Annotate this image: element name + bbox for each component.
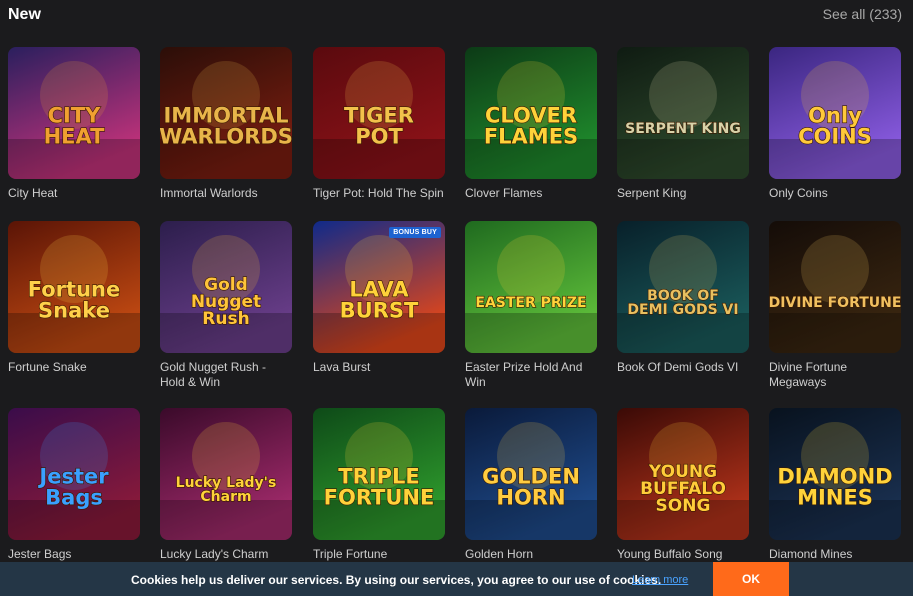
game-logo-text: TRIPLE FORTUNE xyxy=(324,465,435,510)
game-thumbnail[interactable]: Jester Bags xyxy=(8,408,140,540)
game-artwork: GOLDEN HORN xyxy=(465,408,597,540)
cookie-text: Cookies help us deliver our services. By… xyxy=(131,573,662,587)
game-artwork: DIAMOND MINES xyxy=(769,408,901,540)
game-artwork: TIGER POT xyxy=(313,47,445,179)
game-tile[interactable]: DIVINE FORTUNE Divine Fortune Megaways xyxy=(769,221,903,390)
game-thumbnail[interactable]: TRIPLE FORTUNE xyxy=(313,408,445,540)
game-thumbnail[interactable]: CLOVER FLAMES xyxy=(465,47,597,179)
game-artwork: Lucky Lady's Charm xyxy=(160,408,292,540)
game-artwork: BOOK OF DEMI GODS VI xyxy=(617,221,749,353)
game-tile[interactable]: SERPENT KING Serpent King xyxy=(617,47,751,201)
game-thumbnail[interactable]: EASTER PRIZE xyxy=(465,221,597,353)
game-title[interactable]: Easter Prize Hold And Win xyxy=(465,360,599,390)
game-thumbnail[interactable]: IMMORTAL WARLORDS xyxy=(160,47,292,179)
game-artwork: Jester Bags xyxy=(8,408,140,540)
game-thumbnail[interactable]: Gold Nugget Rush xyxy=(160,221,292,353)
game-thumbnail[interactable]: CITY HEAT xyxy=(8,47,140,179)
game-tile[interactable]: TIGER POT Tiger Pot: Hold The Spin xyxy=(313,47,447,201)
game-logo-text: GOLDEN HORN xyxy=(482,465,580,510)
game-thumbnail[interactable]: BOOK OF DEMI GODS VI xyxy=(617,221,749,353)
game-tile[interactable]: GOLDEN HORN Golden Horn xyxy=(465,408,599,562)
game-tile[interactable]: DIAMOND MINES Diamond Mines xyxy=(769,408,903,562)
game-artwork: LAVA BURST xyxy=(313,221,445,353)
game-artwork: CITY HEAT xyxy=(8,47,140,179)
game-thumbnail[interactable]: LAVA BURST BONUS BUY xyxy=(313,221,445,353)
game-tile[interactable]: IMMORTAL WARLORDS Immortal Warlords xyxy=(160,47,294,201)
game-tile[interactable]: Only COINS Only Coins xyxy=(769,47,903,201)
game-title[interactable]: Jester Bags xyxy=(8,547,142,562)
game-thumbnail[interactable]: YOUNG BUFFALO SONG xyxy=(617,408,749,540)
game-artwork: Only COINS xyxy=(769,47,901,179)
game-thumbnail[interactable]: Fortune Snake xyxy=(8,221,140,353)
game-title[interactable]: Diamond Mines xyxy=(769,547,903,562)
game-artwork: DIVINE FORTUNE xyxy=(769,221,901,353)
ok-button[interactable]: OK xyxy=(713,562,789,596)
game-title[interactable]: Serpent King xyxy=(617,186,751,201)
game-title[interactable]: Divine Fortune Megaways xyxy=(769,360,903,390)
game-tile[interactable]: YOUNG BUFFALO SONG Young Buffalo Song xyxy=(617,408,751,562)
game-logo-text: LAVA BURST xyxy=(340,278,419,323)
game-tile[interactable]: Gold Nugget Rush Gold Nugget Rush - Hold & … xyxy=(160,221,294,390)
game-thumbnail[interactable]: Only COINS xyxy=(769,47,901,179)
game-logo-text: SERPENT KING xyxy=(625,121,741,137)
game-thumbnail[interactable]: GOLDEN HORN xyxy=(465,408,597,540)
game-title[interactable]: Young Buffalo Song xyxy=(617,547,751,562)
game-tile[interactable]: BOOK OF DEMI GODS VI Book Of Demi Gods VI xyxy=(617,221,751,375)
page: New See all (233) CITY HEAT City Heat IMMOR… xyxy=(0,0,913,596)
games-grid: CITY HEAT City Heat IMMORTAL WARLORDS Immorta… xyxy=(0,0,913,596)
game-title[interactable]: Golden Horn xyxy=(465,547,599,562)
game-artwork: EASTER PRIZE xyxy=(465,221,597,353)
learn-more-link[interactable]: Learn more xyxy=(632,574,688,586)
game-artwork: IMMORTAL WARLORDS xyxy=(160,47,292,179)
game-logo-text: EASTER PRIZE xyxy=(475,295,586,311)
game-thumbnail[interactable]: DIAMOND MINES xyxy=(769,408,901,540)
game-tile[interactable]: TRIPLE FORTUNE Triple Fortune xyxy=(313,408,447,562)
game-tile[interactable]: EASTER PRIZE Easter Prize Hold And Win xyxy=(465,221,599,390)
game-title[interactable]: City Heat xyxy=(8,186,142,201)
bonus-buy-badge: BONUS BUY xyxy=(389,227,441,238)
game-title[interactable]: Triple Fortune xyxy=(313,547,447,562)
game-tile[interactable]: LAVA BURST BONUS BUY Lava Burst xyxy=(313,221,447,375)
game-thumbnail[interactable]: TIGER POT xyxy=(313,47,445,179)
game-logo-text: CLOVER FLAMES xyxy=(484,104,578,149)
game-thumbnail[interactable]: SERPENT KING xyxy=(617,47,749,179)
game-title[interactable]: Lava Burst xyxy=(313,360,447,375)
game-logo-text: CITY HEAT xyxy=(44,104,106,149)
game-tile[interactable]: Fortune Snake Fortune Snake xyxy=(8,221,142,375)
game-artwork: YOUNG BUFFALO SONG xyxy=(617,408,749,540)
game-title[interactable]: Clover Flames xyxy=(465,186,599,201)
game-artwork: CLOVER FLAMES xyxy=(465,47,597,179)
game-logo-text: Fortune Snake xyxy=(28,278,120,323)
game-logo-text: DIVINE FORTUNE xyxy=(769,295,901,311)
game-logo-text: Only COINS xyxy=(798,104,872,149)
game-thumbnail[interactable]: DIVINE FORTUNE xyxy=(769,221,901,353)
game-thumbnail[interactable]: Lucky Lady's Charm xyxy=(160,408,292,540)
game-logo-text: IMMORTAL WARLORDS xyxy=(160,104,292,149)
game-artwork: Gold Nugget Rush xyxy=(160,221,292,353)
game-title[interactable]: Immortal Warlords xyxy=(160,186,294,201)
game-artwork: TRIPLE FORTUNE xyxy=(313,408,445,540)
game-artwork: SERPENT KING xyxy=(617,47,749,179)
game-artwork: Fortune Snake xyxy=(8,221,140,353)
game-tile[interactable]: CLOVER FLAMES Clover Flames xyxy=(465,47,599,201)
game-title[interactable]: Book Of Demi Gods VI xyxy=(617,360,751,375)
game-title[interactable]: Only Coins xyxy=(769,186,903,201)
game-title[interactable]: Gold Nugget Rush - Hold & Win xyxy=(160,360,294,390)
game-tile[interactable]: Lucky Lady'sCharmLucky Lady's Charm Delu… xyxy=(160,408,294,577)
game-title[interactable]: Tiger Pot: Hold The Spin xyxy=(313,186,447,201)
game-logo-text: Jester Bags xyxy=(37,465,109,510)
game-title[interactable]: Fortune Snake xyxy=(8,360,142,375)
game-tile[interactable]: Jester Bags Jester Bags xyxy=(8,408,142,562)
game-tile[interactable]: CITY HEAT City Heat xyxy=(8,47,142,201)
